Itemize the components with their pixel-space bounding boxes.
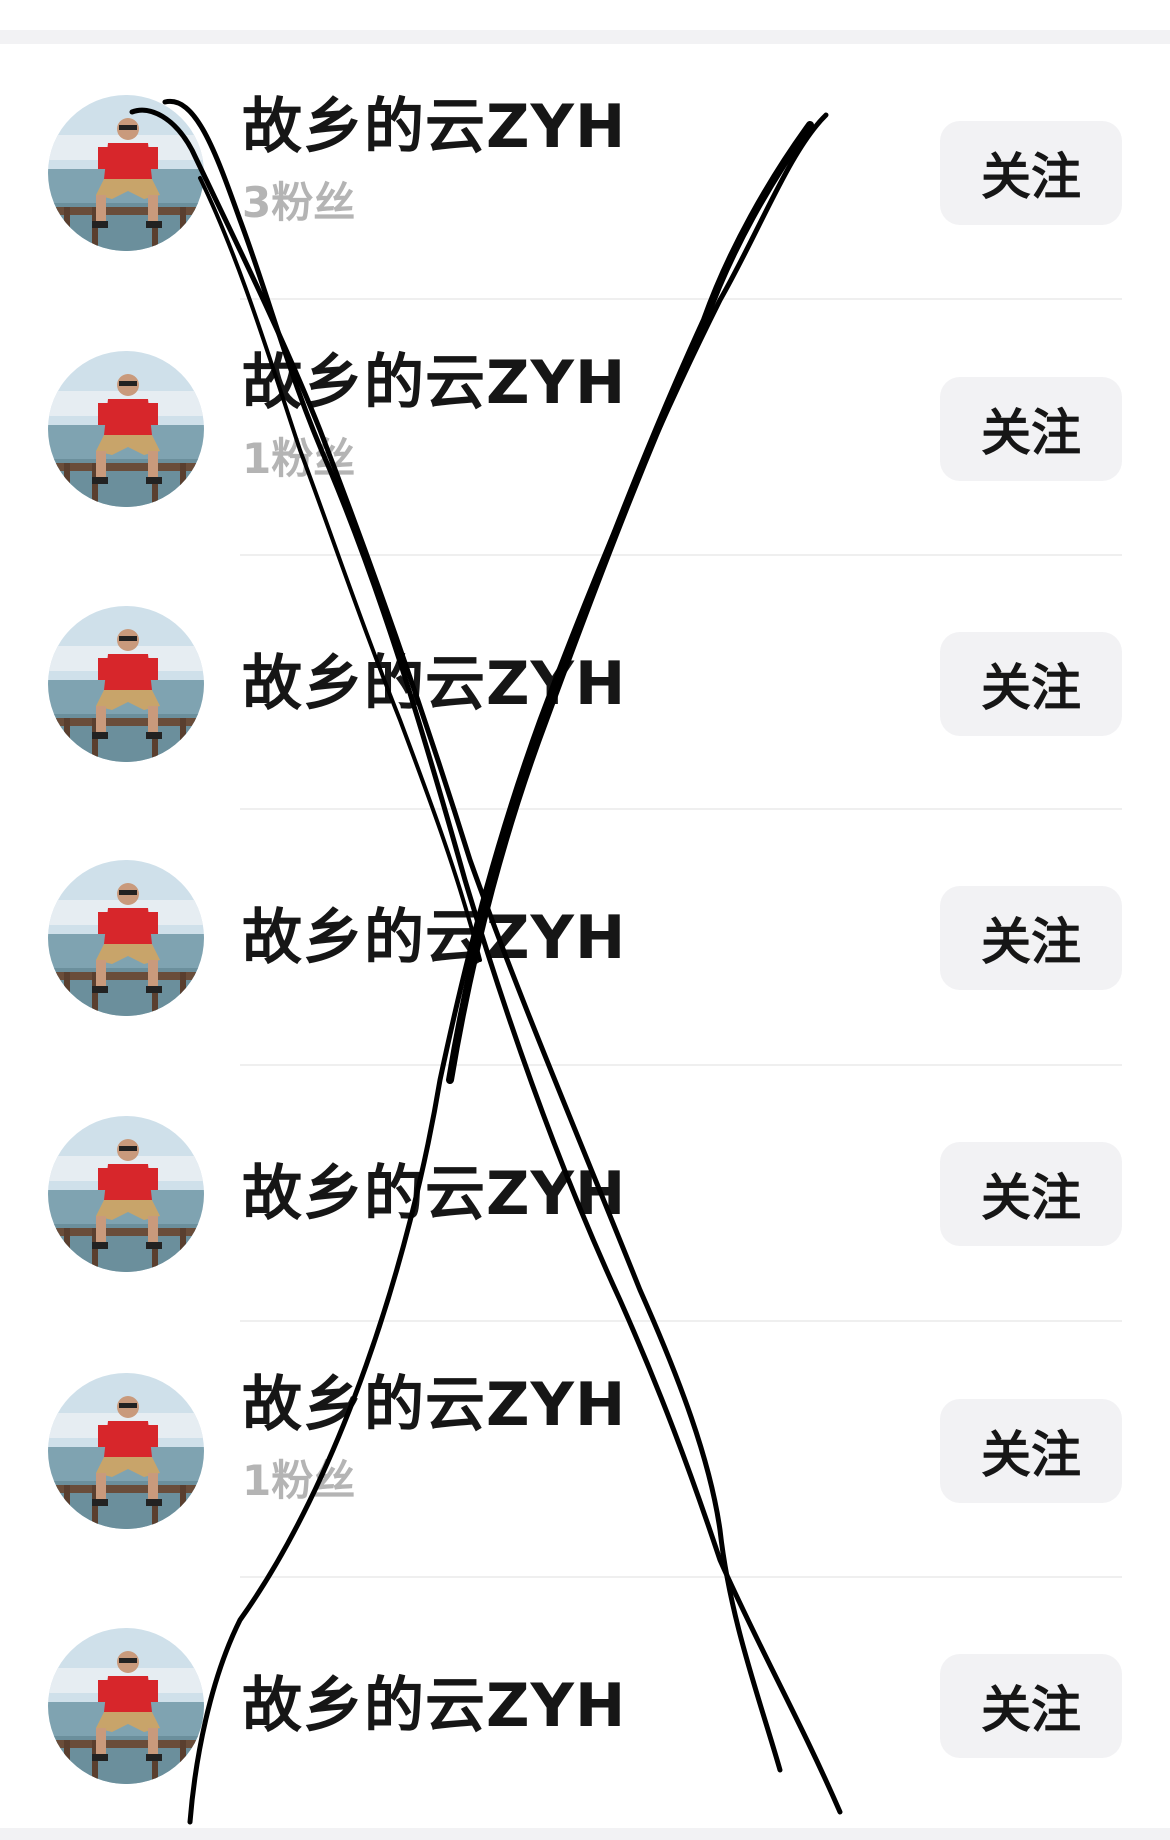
avatar-photo <box>48 1116 204 1272</box>
follow-button[interactable]: 关注 <box>940 121 1122 225</box>
list-item[interactable]: 故乡的云ZYH 1粉丝 关注 <box>0 300 1170 556</box>
avatar-photo <box>48 1628 204 1784</box>
fan-count: 3粉丝 <box>242 178 356 227</box>
user-name[interactable]: 故乡的云ZYH <box>242 353 626 413</box>
follow-button[interactable]: 关注 <box>940 632 1122 736</box>
user-name[interactable]: 故乡的云ZYH <box>242 1676 626 1736</box>
fan-count: 1粉丝 <box>242 434 356 483</box>
avatar[interactable] <box>48 606 204 762</box>
user-name[interactable]: 故乡的云ZYH <box>242 97 626 157</box>
avatar[interactable] <box>48 351 204 507</box>
follow-button[interactable]: 关注 <box>940 1142 1122 1246</box>
bottom-separator-band <box>0 1828 1170 1840</box>
follow-button[interactable]: 关注 <box>940 377 1122 481</box>
avatar[interactable] <box>48 1373 204 1529</box>
avatar[interactable] <box>48 860 204 1016</box>
list-item[interactable]: 故乡的云ZYH 3粉丝 关注 <box>0 44 1170 300</box>
user-name[interactable]: 故乡的云ZYH <box>242 908 626 968</box>
avatar-photo <box>48 95 204 251</box>
fan-count: 1粉丝 <box>242 1456 356 1505</box>
top-separator-band <box>0 0 1170 44</box>
user-name[interactable]: 故乡的云ZYH <box>242 1164 626 1224</box>
avatar-photo <box>48 606 204 762</box>
list-item[interactable]: 故乡的云ZYH 关注 <box>0 1066 1170 1322</box>
avatar[interactable] <box>48 1628 204 1784</box>
follow-button[interactable]: 关注 <box>940 1399 1122 1503</box>
avatar[interactable] <box>48 95 204 251</box>
follow-button[interactable]: 关注 <box>940 1654 1122 1758</box>
list-item[interactable]: 故乡的云ZYH 关注 <box>0 556 1170 812</box>
list-item[interactable]: 故乡的云ZYH 1粉丝 关注 <box>0 1322 1170 1578</box>
user-name[interactable]: 故乡的云ZYH <box>242 1375 626 1435</box>
avatar-photo <box>48 1373 204 1529</box>
user-name[interactable]: 故乡的云ZYH <box>242 654 626 714</box>
follow-button[interactable]: 关注 <box>940 886 1122 990</box>
avatar-photo <box>48 860 204 1016</box>
avatar-photo <box>48 351 204 507</box>
list-item[interactable]: 故乡的云ZYH 关注 <box>0 810 1170 1066</box>
list-item[interactable]: 故乡的云ZYH 关注 <box>0 1578 1170 1834</box>
avatar[interactable] <box>48 1116 204 1272</box>
